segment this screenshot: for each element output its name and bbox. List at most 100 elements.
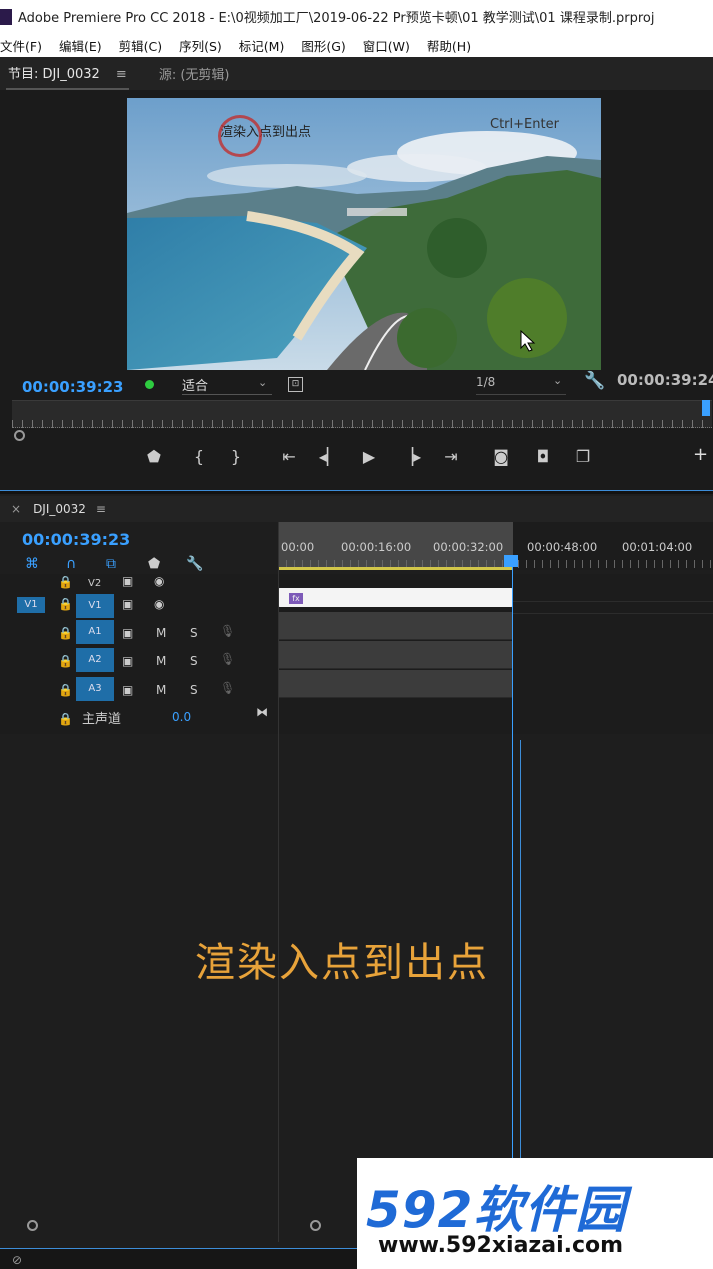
close-icon[interactable]: ×: [11, 502, 21, 516]
step-back-button[interactable]: ◂▏: [318, 447, 340, 466]
eye-icon[interactable]: ◉: [154, 597, 164, 611]
program-timecode[interactable]: 00:00:39:23: [22, 378, 124, 396]
lock-icon[interactable]: 🔒: [58, 597, 73, 611]
work-area-bar[interactable]: [278, 567, 513, 570]
track-name-a2[interactable]: A2: [76, 648, 114, 672]
video-overlay-shortcut: Ctrl+Enter: [490, 117, 559, 132]
lane-a2[interactable]: [278, 641, 513, 669]
menu-edit[interactable]: 编辑(E): [59, 36, 102, 55]
mute-button[interactable]: M: [156, 626, 166, 640]
toggle-sync-icon[interactable]: ▣: [122, 574, 133, 588]
solo-button[interactable]: S: [190, 626, 198, 640]
track-name-v2: V2: [88, 578, 102, 589]
tab-source-monitor[interactable]: 源: (无剪辑): [159, 64, 230, 83]
solo-button[interactable]: S: [190, 654, 198, 668]
toggle-sync-icon[interactable]: ▣: [122, 597, 133, 611]
timeline-header: × DJI_0032 ≡: [0, 496, 713, 522]
marker-button[interactable]: ⬟: [143, 447, 165, 466]
play-button[interactable]: ▶: [358, 447, 380, 466]
mute-button[interactable]: M: [156, 683, 166, 697]
menu-sequence[interactable]: 序列(S): [179, 36, 222, 55]
tutorial-caption: 渲染入点到出点: [195, 940, 489, 986]
video-clip[interactable]: [278, 588, 513, 607]
go-to-in-out-icon[interactable]: ⧓: [256, 705, 268, 719]
timeline-timecode[interactable]: 00:00:39:23: [22, 530, 130, 549]
window-title: Adobe Premiere Pro CC 2018 - E:\0视频加工厂\2…: [18, 11, 655, 26]
playhead-handle[interactable]: [504, 555, 518, 567]
ruler-tick-label: 00:00:32:00: [433, 540, 504, 554]
timeline-scrollbar[interactable]: [27, 1220, 330, 1232]
microphone-icon[interactable]: 🎙: [220, 624, 235, 638]
premiere-app-icon: [0, 8, 12, 25]
microphone-icon[interactable]: 🎙: [220, 652, 235, 666]
zoom-scroll-handle[interactable]: [14, 430, 25, 441]
insert-button[interactable]: ◙: [490, 447, 512, 466]
panel-menu-icon[interactable]: ≡: [96, 502, 106, 516]
compare-button[interactable]: ❐: [572, 447, 594, 466]
microphone-icon[interactable]: 🎙: [220, 681, 235, 695]
monitor-header: 节目: DJI_0032 ≡ 源: (无剪辑): [0, 57, 713, 90]
lock-icon[interactable]: 🔒: [58, 683, 73, 697]
settings-frame-icon[interactable]: ⊡: [288, 377, 303, 392]
linked-selection-icon[interactable]: ⧉: [106, 556, 116, 572]
click-highlight-circle: [218, 115, 262, 157]
go-to-in-button[interactable]: ⇤: [278, 447, 300, 466]
ruler-tick-label: 00:00:48:00: [527, 540, 598, 554]
mark-in-button[interactable]: {: [188, 447, 210, 466]
lock-icon[interactable]: 🔒: [58, 626, 73, 640]
add-button[interactable]: +: [693, 444, 708, 465]
menu-graphics[interactable]: 图形(G): [301, 36, 345, 55]
panel-divider[interactable]: [0, 490, 713, 494]
nest-icon[interactable]: ⌘: [25, 556, 39, 572]
go-to-out-button[interactable]: ⇥: [440, 447, 462, 466]
step-forward-button[interactable]: ▕▸: [400, 447, 422, 466]
track-name-a1[interactable]: A1: [76, 620, 114, 644]
playhead-line: [512, 567, 513, 1247]
mouse-cursor-icon: [520, 330, 536, 352]
lane-a1[interactable]: [278, 612, 513, 640]
lock-icon[interactable]: 🔒: [58, 654, 73, 668]
solo-button[interactable]: S: [190, 683, 198, 697]
toggle-sync-icon[interactable]: ▣: [122, 683, 133, 697]
scroll-handle-left[interactable]: [27, 1220, 38, 1231]
add-marker-icon[interactable]: ⬟: [148, 556, 160, 572]
track-name-v1[interactable]: V1: [76, 594, 114, 618]
toggle-sync-icon[interactable]: ▣: [122, 626, 133, 640]
monitor-playhead[interactable]: [702, 400, 710, 416]
lock-icon[interactable]: 🔒: [58, 712, 73, 726]
link-icon[interactable]: ⊘: [12, 1253, 22, 1267]
menu-file[interactable]: 文件(F): [0, 36, 42, 55]
menu-help[interactable]: 帮助(H): [427, 36, 471, 55]
mark-out-button[interactable]: }: [225, 447, 247, 466]
wrench-icon[interactable]: 🔧: [186, 556, 203, 572]
status-indicator-icon: [145, 380, 154, 389]
source-patch-v1[interactable]: V1: [17, 597, 45, 613]
title-bar: Adobe Premiere Pro CC 2018 - E:\0视频加工厂\2…: [0, 0, 713, 33]
menu-window[interactable]: 窗口(W): [363, 36, 410, 55]
menu-clip[interactable]: 剪辑(C): [119, 36, 162, 55]
tab-program-monitor[interactable]: 节目: DJI_0032 ≡: [6, 57, 129, 90]
scroll-handle-right[interactable]: [310, 1220, 321, 1231]
panel-menu-icon[interactable]: ≡: [116, 67, 127, 82]
mute-button[interactable]: M: [156, 654, 166, 668]
ruler-tick-label: 00:01:04:00: [622, 540, 693, 554]
camera-icon[interactable]: ◘: [532, 447, 554, 466]
master-volume-value[interactable]: 0.0: [172, 710, 191, 724]
chevron-down-icon[interactable]: ⌄: [258, 376, 267, 389]
menu-bar: 文件(F) 编辑(E) 剪辑(C) 序列(S) 标记(M) 图形(G) 窗口(W…: [0, 33, 713, 57]
watermark-logo: 592软件园: [366, 1181, 627, 1239]
timeline-tab[interactable]: DJI_0032: [33, 502, 86, 516]
duration-timecode: 00:00:39:24: [617, 371, 713, 389]
lane-a3[interactable]: [278, 670, 513, 698]
menu-markers[interactable]: 标记(M): [239, 36, 285, 55]
ruler-tick-label: 00:00: [281, 540, 315, 554]
track-name-a3[interactable]: A3: [76, 677, 114, 701]
toggle-sync-icon[interactable]: ▣: [122, 654, 133, 668]
fx-badge: fx: [289, 593, 303, 604]
chevron-down-icon[interactable]: ⌄: [553, 374, 562, 387]
eye-icon[interactable]: ◉: [154, 574, 164, 588]
lock-icon[interactable]: 🔒: [58, 575, 73, 589]
wrench-icon[interactable]: 🔧: [584, 371, 605, 391]
watermark-url: www.592xiazai.com: [378, 1233, 624, 1258]
snap-magnet-icon[interactable]: ∩: [66, 556, 76, 572]
